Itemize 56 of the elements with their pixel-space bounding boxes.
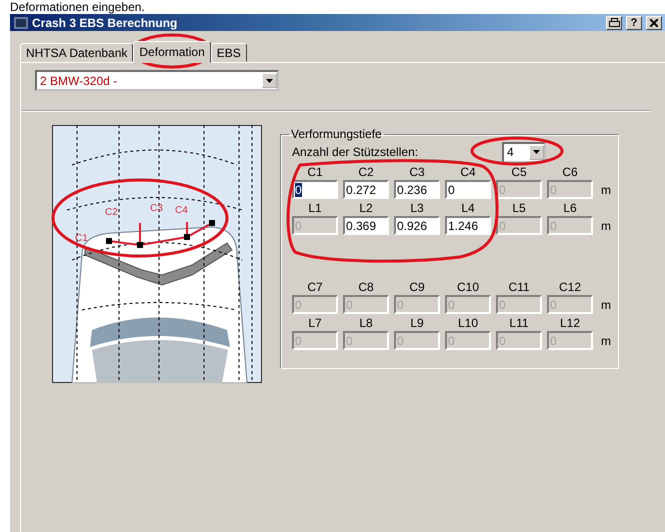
unit-label: m [600,218,612,232]
column-label: C3 [408,165,426,180]
value-field[interactable]: 1.246 [445,216,491,235]
column-label: L6 [562,201,578,216]
value-field[interactable]: 0 [292,180,338,199]
printer-icon [608,18,620,27]
value-field[interactable]: 0.236 [394,180,440,199]
value-field[interactable]: 0.272 [343,180,389,199]
column-label: L7 [307,316,323,331]
column-label: L1 [307,201,323,216]
close-button[interactable] [646,16,662,30]
help-button[interactable]: ? [626,16,642,30]
value-field[interactable]: 0.926 [394,216,440,235]
column-label: C2 [357,165,375,180]
count-dropdown[interactable]: 4 [502,142,546,162]
group-title: Verformungstiefe [290,127,383,141]
point-label: C2 [105,207,118,218]
value-field[interactable]: 0.369 [343,216,389,235]
page-heading: Deformationen eingeben. [10,0,146,14]
column-label: L2 [358,201,374,216]
unit-label: m [600,334,612,348]
column-label: C1 [306,165,324,180]
close-icon [650,18,658,26]
window-title: Crash 3 EBS Berechnung [32,16,178,30]
point-label: C3 [150,203,163,214]
column-label: L12 [558,316,582,331]
tab[interactable]: NHTSA Datenbank [20,43,134,62]
column-label: C10 [456,280,480,295]
column-label: L11 [508,316,530,331]
unit-label: m [600,298,612,312]
column-label: L10 [456,316,480,331]
point-label: C4 [175,205,188,216]
unit-label: m [600,182,612,196]
column-label: C7 [306,280,324,295]
dropdown-caret-icon [533,150,540,154]
column-label: C4 [459,165,477,180]
column-label: C8 [357,280,375,295]
app-icon [14,16,28,28]
tab[interactable]: Deformation [133,41,211,63]
vehicle-dropdown[interactable]: 2 BMW-320d - [35,70,279,91]
point-label: C1 [75,233,88,244]
dropdown-caret-icon [266,78,273,82]
column-label: L8 [358,316,374,331]
count-label: Anzahl der Stützstellen: [292,145,420,159]
column-label: C9 [408,280,426,295]
tab[interactable]: EBS [210,43,247,62]
column-label: L5 [511,201,527,216]
column-label: L3 [409,201,425,216]
print-button[interactable] [606,16,622,30]
column-label: C5 [510,165,528,180]
column-label: L4 [460,201,476,216]
column-label: L9 [409,316,425,331]
column-label: C11 [507,280,531,295]
column-label: C6 [561,165,579,180]
column-label: C12 [558,280,582,295]
value-field[interactable]: 0 [445,180,491,199]
